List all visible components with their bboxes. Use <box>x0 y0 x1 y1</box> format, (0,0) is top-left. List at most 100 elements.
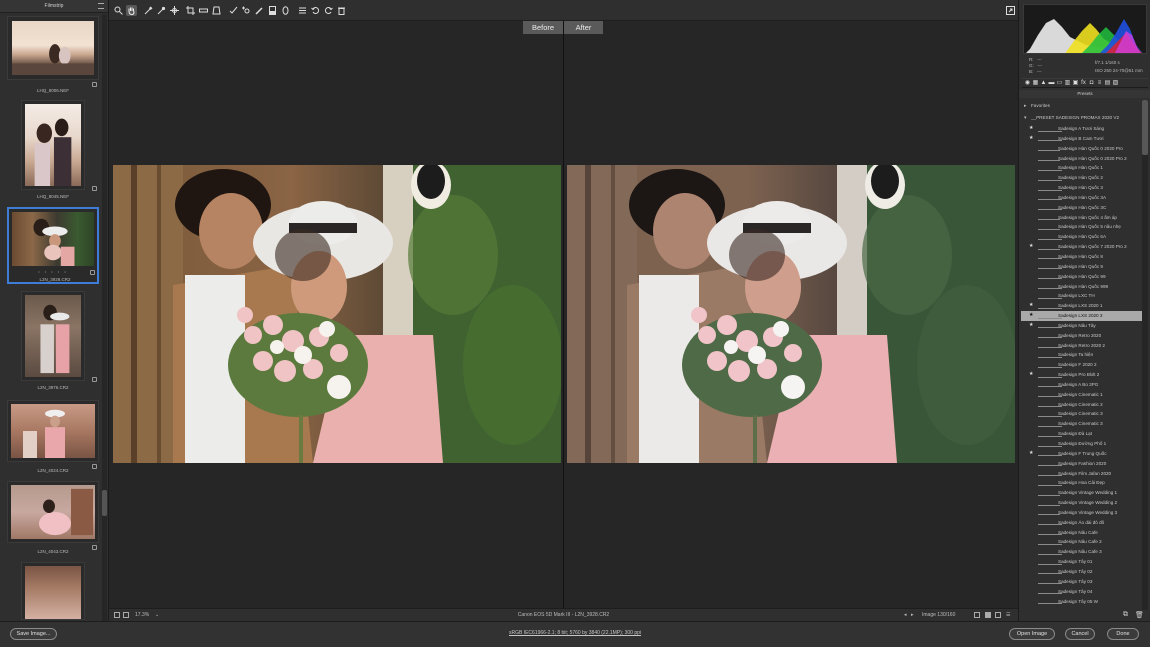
expand-down-icon[interactable]: ▾ <box>1024 112 1027 124</box>
preset-item[interactable]: Sadesign Vintage Wedding 1 <box>1021 488 1142 498</box>
preset-item[interactable]: Sadesign Cinematic 1 <box>1021 390 1142 400</box>
preferences-icon[interactable] <box>297 5 308 16</box>
fullscreen-icon[interactable] <box>1005 5 1016 16</box>
preset-item[interactable]: Sadesign Hàn Quốc 2 <box>1021 173 1142 183</box>
preset-item[interactable]: Sadesign Fashion 2020 <box>1021 459 1142 469</box>
preset-item[interactable]: Sadesign Cinematic 3 <box>1021 409 1142 419</box>
presets-list[interactable]: ▸ Favorites ▾ __PRESET SADESIGN PROMAX 2… <box>1021 100 1142 610</box>
filmstrip-thumb-5[interactable]: L2N_4024.CR2 <box>7 400 99 478</box>
preset-item[interactable]: Sadesign Hàn Quốc 1 <box>1021 163 1142 173</box>
favorite-star-icon[interactable]: ★ <box>1029 321 1033 331</box>
filmstrip-thumb-2[interactable]: LHQ_8045.NEF <box>7 100 99 202</box>
transform-icon[interactable] <box>211 5 222 16</box>
filmstrip-thumb-1[interactable]: LHQ_8006.NEF <box>7 16 99 96</box>
lens-tab-icon[interactable]: ▥ <box>1064 80 1071 87</box>
preset-item[interactable]: Sadesign Đà Lạt <box>1021 429 1142 439</box>
color-sampler-icon[interactable] <box>156 5 167 16</box>
cancel-button[interactable]: Cancel <box>1065 628 1095 640</box>
red-eye-icon[interactable] <box>241 5 252 16</box>
preset-item[interactable]: Sadesign Hàn Quốc 6A <box>1021 232 1142 242</box>
preset-item[interactable]: Sadesign Áo dài đỏ đô <box>1021 518 1142 528</box>
preset-item[interactable]: Sadesign Tây 05 W <box>1021 597 1142 607</box>
filmstrip-menu-icon[interactable] <box>98 3 104 9</box>
split-toning-tab-icon[interactable]: ▭ <box>1056 80 1063 87</box>
spot-removal-icon[interactable] <box>228 5 239 16</box>
preset-item[interactable]: ★ Sadesign F Trung Quốc <box>1021 449 1142 459</box>
preview-mode-compare-icon[interactable] <box>985 612 991 618</box>
preset-item[interactable]: Sadesign Đường Phố 1 <box>1021 439 1142 449</box>
preset-item[interactable]: Sadesign Hàn Quốc 99 <box>1021 272 1142 282</box>
preset-item[interactable]: ★ Sadesign A Tươi Sáng <box>1021 124 1142 134</box>
preset-item[interactable]: ★ Sadesign Hàn Quốc 7 2020 Pro 2 <box>1021 242 1142 252</box>
filmstrip-thumb-4[interactable]: L2N_3976.CR2 <box>7 291 99 393</box>
effects-tab-icon[interactable]: fx <box>1080 80 1087 87</box>
preset-item[interactable]: Sadesign Ta hiện <box>1021 350 1142 360</box>
preset-item[interactable]: ★ Sadesign Pro Blxlt 2 <box>1021 370 1142 380</box>
favorite-star-icon[interactable]: ★ <box>1029 134 1033 144</box>
filmstrip-thumb-7[interactable] <box>7 562 99 620</box>
workflow-options-link[interactable]: sRGB IEC61966-2.1; 8 bit; 5760 by 3840 (… <box>0 630 1150 636</box>
preset-item[interactable]: Sadesign Tây 02 <box>1021 567 1142 577</box>
scroll-thumb[interactable] <box>1142 100 1148 155</box>
detail-tab-icon[interactable]: ▲ <box>1040 80 1047 87</box>
straighten-icon[interactable] <box>198 5 209 16</box>
done-button[interactable]: Done <box>1107 628 1139 640</box>
filmstrip-scrollbar[interactable] <box>102 14 107 621</box>
rotate-ccw-icon[interactable] <box>310 5 321 16</box>
preset-item[interactable]: Sadesign Tây 01 <box>1021 557 1142 567</box>
scroll-thumb[interactable] <box>102 490 107 516</box>
preset-item[interactable]: Sadesign Hàn Quốc 0 2020 Pro <box>1021 144 1142 154</box>
after-photo[interactable] <box>567 165 1015 463</box>
white-balance-icon[interactable] <box>143 5 154 16</box>
trash-icon[interactable] <box>336 5 347 16</box>
open-image-button[interactable]: Open Image <box>1009 628 1055 640</box>
preset-item[interactable]: Sadesign Nâu Cafe 3 <box>1021 547 1142 557</box>
crop-icon[interactable] <box>185 5 196 16</box>
snapshots-tab-icon[interactable]: ▤ <box>1104 80 1111 87</box>
transform-tab-icon[interactable]: ▣ <box>1072 80 1079 87</box>
basic-tab-icon[interactable]: ◉ <box>1024 80 1031 87</box>
preset-item[interactable]: Sadesign Cinematic 2 <box>1021 400 1142 410</box>
presets-tab-icon[interactable]: ≡ <box>1096 80 1103 87</box>
preset-item[interactable]: Sadesign Nâu Cafe <box>1021 528 1142 538</box>
preset-item[interactable]: Sadesign Hàn Quốc 3C <box>1021 203 1142 213</box>
delete-preset-icon[interactable]: 🗑 <box>1135 611 1144 619</box>
preset-item[interactable]: Sadesign Hàn Quốc 3A <box>1021 193 1142 203</box>
favorite-star-icon[interactable]: ★ <box>1029 311 1033 321</box>
graduated-filter-icon[interactable] <box>267 5 278 16</box>
preset-item[interactable]: ★ Sadesign Nâu Tây <box>1021 321 1142 331</box>
preset-item[interactable]: Sadesign Vintage Wedding 3 <box>1021 508 1142 518</box>
preset-item[interactable]: Sadesign Hàn Quốc 5 nâu nhẹ <box>1021 222 1142 232</box>
filmstrip-thumb-3-selected[interactable]: • • • • • L2N_3928.CR2 <box>7 207 99 285</box>
favorite-star-icon[interactable]: ★ <box>1029 124 1033 134</box>
expand-right-icon[interactable]: ▸ <box>1024 100 1027 112</box>
preset-item[interactable]: ★ Sadesign B Cam Tươi <box>1021 134 1142 144</box>
tone-curve-tab-icon[interactable]: ▦ <box>1032 80 1039 87</box>
batch-tab-icon[interactable]: ▧ <box>1112 80 1119 87</box>
preset-item[interactable]: Sadesign Nâu Cafe 2 <box>1021 537 1142 547</box>
hand-icon[interactable] <box>126 5 137 16</box>
image-preview[interactable]: Before After <box>109 21 1018 608</box>
radial-filter-icon[interactable] <box>280 5 291 16</box>
preset-item[interactable]: Sadesign Retro 2020 2 <box>1021 341 1142 351</box>
favorite-star-icon[interactable]: ★ <box>1029 242 1033 252</box>
preset-item[interactable]: Sadesign Hàn Quốc 8 <box>1021 252 1142 262</box>
preset-item[interactable]: Sadesign Hàn Quốc 9 <box>1021 262 1142 272</box>
preset-item[interactable]: Sadesign Hàn Quốc 0 2020 Pro 2 <box>1021 154 1142 164</box>
calibration-tab-icon[interactable]: ◘ <box>1088 80 1095 87</box>
preset-item[interactable]: Sadesign LXC TH <box>1021 291 1142 301</box>
preset-item[interactable]: ★ Sadesign LXS 2020 1 <box>1021 301 1142 311</box>
before-photo[interactable] <box>113 165 561 463</box>
preset-item[interactable]: Sadesign A Bo 3PG <box>1021 380 1142 390</box>
zoom-icon[interactable] <box>113 5 124 16</box>
preset-item[interactable]: Sadesign Tây 04 <box>1021 587 1142 597</box>
hsl-tab-icon[interactable]: ▬ <box>1048 80 1055 87</box>
favorite-star-icon[interactable]: ★ <box>1029 370 1033 380</box>
favorite-star-icon[interactable]: ★ <box>1029 301 1033 311</box>
favorite-star-icon[interactable]: ★ <box>1029 449 1033 459</box>
preset-group[interactable]: ▾ __PRESET SADESIGN PROMAX 2020 V2 <box>1021 112 1142 124</box>
favorites-group[interactable]: ▸ Favorites <box>1021 100 1142 112</box>
preset-item[interactable]: Sadesign F 2020 2 <box>1021 360 1142 370</box>
preview-mode-single-icon[interactable] <box>974 612 980 618</box>
preset-item[interactable]: Sadesign Hoa Cải Đẹp <box>1021 478 1142 488</box>
